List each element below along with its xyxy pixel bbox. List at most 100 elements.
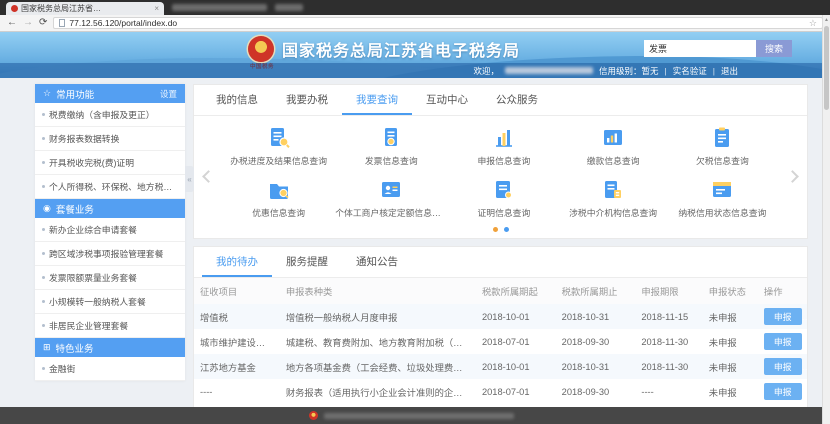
logout-link[interactable]: 退出 [721, 65, 738, 77]
scrollbar-thumb[interactable] [824, 26, 829, 110]
sidebar-item-financial-report-conversion[interactable]: 财务报表数据转换 [35, 127, 185, 151]
declare-button[interactable]: 申报 [763, 333, 802, 350]
package-icon: ◉ [43, 203, 51, 213]
site-banner: 中国税务 国家税务总局江苏省电子税务局 搜索 欢迎， 信用级别：暂无 | 实名验… [0, 32, 830, 78]
sidebar-collapse-handle[interactable]: « [185, 166, 194, 192]
quick-item-declaration-info[interactable]: 申报信息查询 [449, 121, 558, 171]
bullet-icon [42, 228, 45, 231]
footer-emblem-icon [308, 411, 318, 420]
certificate-icon [495, 181, 512, 199]
cell-period-start: 2018-07-01 [481, 336, 530, 347]
sidebar-section-title: 特色业务 [55, 343, 94, 355]
quick-item-label: 纳税信用状态信息查询 [678, 208, 767, 218]
carousel-dot[interactable] [503, 227, 509, 232]
browser-tabstrip: 国家税务总局江苏省… × [0, 0, 830, 15]
tab-service-reminder[interactable]: 服务提醒 [272, 247, 342, 277]
sidebar-item-tax-certificate[interactable]: 开具税收完税(费)证明 [35, 151, 185, 175]
tab-my-todo[interactable]: 我的待办 [202, 247, 272, 277]
refresh-icon[interactable]: ⟳ [39, 18, 47, 28]
quick-item-tax-arrears[interactable]: 欠税信息查询 [668, 121, 777, 171]
search-input[interactable] [644, 40, 756, 57]
sidebar: ☆ 常用功能 设置 税费缴纳（含申报及更正） 财务报表数据转换 开具税收完税(费… [35, 84, 185, 381]
tab-favicon-icon [11, 5, 18, 12]
sidebar-item-taxpayer-upgrade-package[interactable]: 小规模转一般纳税人套餐 [35, 290, 185, 314]
sidebar-item-invoice-quota-package[interactable]: 发票限额票量业务套餐 [35, 266, 185, 290]
tab-close-icon[interactable]: × [154, 4, 159, 13]
agency-doc-icon [605, 181, 622, 198]
sidebar-item-nonresident-enterprise-package[interactable]: 非居民企业管理套餐 [35, 314, 185, 338]
carousel-prev-icon[interactable] [202, 170, 215, 183]
cell-period-end: 2018-09-30 [561, 336, 610, 347]
sidebar-item-financial-street[interactable]: 金融街 [35, 357, 185, 381]
sidebar-item-label: 财务报表数据转换 [49, 134, 120, 144]
quick-item-tax-agency[interactable]: 涉税中介机构信息查询 [559, 173, 668, 223]
quick-item-individual-quota[interactable]: 个体工商户核定定额信息查询 [333, 173, 449, 223]
back-icon[interactable]: ← [7, 18, 17, 28]
bullet-icon [42, 252, 45, 255]
sidebar-section-common-functions: ☆ 常用功能 设置 [35, 84, 185, 103]
divider: | [712, 65, 715, 76]
table-row: 城市维护建设税、教育… 城建税、教育费附加、地方教育附加税（费）申报表 2018… [194, 329, 807, 354]
quick-item-label: 缴款信息查询 [586, 156, 640, 166]
url-omnibox[interactable]: 77.12.56.120/portal/index.do ☆ [53, 17, 823, 29]
tab-public-service[interactable]: 公众服务 [482, 85, 552, 115]
redacted-tab-text [275, 4, 303, 11]
quick-item-invoice-info[interactable]: 发票信息查询 [333, 121, 449, 171]
main-area: 我的信息 我要办税 我要查询 互动中心 公众服务 办税进度及结果信息查询 发票信… [193, 84, 808, 424]
tab-notice[interactable]: 通知公告 [342, 247, 412, 277]
sidebar-item-personal-income-tax[interactable]: 个人所得税、环保税、地方税及社保… [35, 175, 185, 199]
quick-query-card: 我的信息 我要办税 我要查询 互动中心 公众服务 办税进度及结果信息查询 发票信… [193, 84, 808, 239]
cell-period-start: 2018-10-01 [481, 311, 530, 322]
tab-tax-handling[interactable]: 我要办税 [272, 85, 342, 115]
quick-item-label: 涉税中介机构信息查询 [569, 208, 658, 218]
site-brand: 中国税务 国家税务总局江苏省电子税务局 [248, 36, 520, 70]
table-row: 增值税 增值税一般纳税人月度申报 2018-10-01 2018-10-31 2… [194, 304, 807, 329]
cell-deadline: 2018-11-30 [641, 361, 689, 372]
bookmark-star-icon[interactable]: ☆ [809, 18, 817, 29]
quick-item-credit-status[interactable]: 纳税信用状态信息查询 [668, 173, 777, 223]
sidebar-section-special-business: ⊞ 特色业务 [35, 338, 185, 357]
credit-level: 信用级别：暂无 [599, 65, 659, 76]
sidebar-section-package-business: ◉ 套餐业务 [35, 199, 185, 218]
quick-item-preferential-info[interactable]: 优惠信息查询 [224, 173, 333, 223]
quick-query-grid: 办税进度及结果信息查询 发票信息查询 申报信息查询 缴款信息查询 欠税信息查询 … [224, 121, 777, 223]
carousel-dot-active[interactable] [492, 227, 498, 232]
quick-item-certificate-info[interactable]: 证明信息查询 [449, 173, 558, 223]
sidebar-item-label: 个人所得税、环保税、地方税及社保… [49, 182, 178, 192]
quick-item-tax-progress[interactable]: 办税进度及结果信息查询 [224, 121, 333, 171]
sidebar-item-new-enterprise-package[interactable]: 新办企业综合申请套餐 [35, 218, 185, 242]
tab-interaction-center[interactable]: 互动中心 [412, 85, 482, 115]
cell-deadline: ---- [641, 386, 654, 397]
quick-item-payment-info[interactable]: 缴款信息查询 [559, 121, 668, 171]
vertical-scrollbar[interactable]: ▲ [822, 15, 830, 424]
carousel-next-icon[interactable] [786, 170, 799, 183]
sidebar-item-tax-payment[interactable]: 税费缴纳（含申报及更正） [35, 103, 185, 127]
browser-tab[interactable]: 国家税务总局江苏省… × [6, 2, 164, 15]
redacted-username [505, 67, 594, 74]
quick-item-label: 优惠信息查询 [252, 208, 306, 218]
tab-query[interactable]: 我要查询 [342, 85, 412, 115]
sidebar-item-label: 发票限额票量业务套餐 [49, 273, 137, 283]
tab-my-info[interactable]: 我的信息 [202, 85, 272, 115]
sidebar-item-label: 金融街 [49, 364, 76, 374]
tax-emblem-icon: 中国税务 [248, 36, 274, 70]
settings-link[interactable]: 设置 [160, 88, 177, 100]
sidebar-item-label: 小规模转一般纳税人套餐 [49, 297, 146, 307]
scroll-up-icon[interactable]: ▲ [823, 15, 830, 25]
search-button[interactable]: 搜索 [756, 40, 792, 57]
todo-card: 我的待办 服务提醒 通知公告 征收项目 申报表种类 税款所属期起 税款所属期止 … [193, 246, 808, 424]
declare-button[interactable]: 申报 [763, 383, 802, 400]
real-name-verify-link[interactable]: 实名验证 [673, 65, 707, 77]
cell-tax-item: 江苏地方基金 [200, 362, 256, 373]
forward-icon[interactable]: → [23, 18, 33, 28]
page-icon [59, 19, 66, 27]
declare-button[interactable]: 申报 [763, 358, 802, 375]
quick-item-label: 办税进度及结果信息查询 [230, 156, 328, 166]
col-header: 申报状态 [702, 278, 758, 304]
quick-item-label: 发票信息查询 [364, 156, 418, 166]
declare-button[interactable]: 申报 [763, 308, 802, 325]
url-text: 77.12.56.120/portal/index.do [69, 18, 178, 28]
main-nav-tabs: 我的信息 我要办税 我要查询 互动中心 公众服务 [194, 85, 807, 116]
sidebar-item-cross-region-package[interactable]: 跨区域涉税事项报验管理套餐 [35, 242, 185, 266]
cell-status: 未申报 [708, 337, 737, 348]
